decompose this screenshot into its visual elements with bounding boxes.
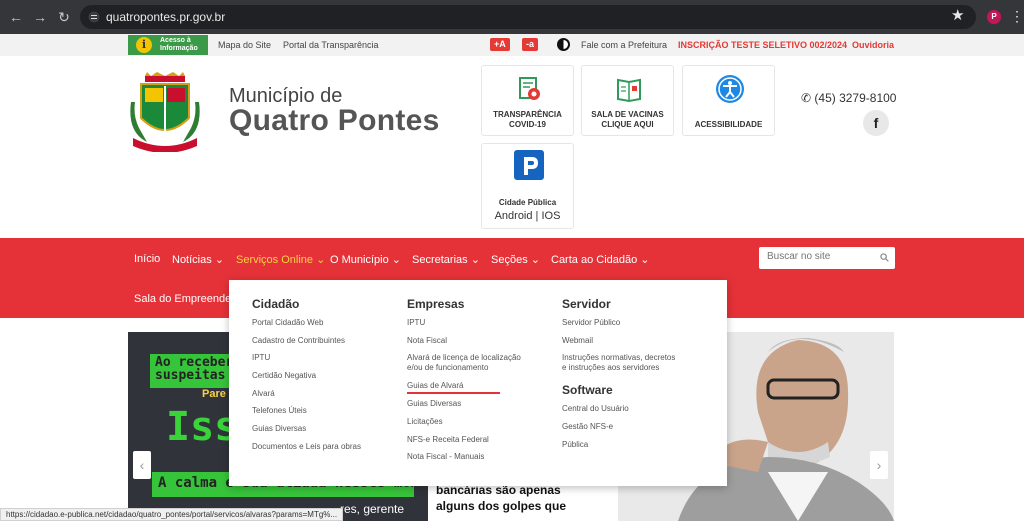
- software-heading: Software: [562, 383, 613, 397]
- browser-toolbar: ← → ↻ quatropontes.pr.gov.br ★ P ⋮: [0, 0, 1024, 34]
- contrast-icon[interactable]: [557, 38, 570, 51]
- utility-bar: i Acesso à Informação Mapa do Site Portal…: [0, 34, 1024, 56]
- link-cadastro-contribuintes[interactable]: Cadastro de Contribuintes: [252, 336, 345, 346]
- link-instrucoes-normativas[interactable]: Instruções normativas, decretos e instruç…: [562, 353, 675, 373]
- fale-prefeitura-link[interactable]: Fale com a Prefeitura: [581, 40, 667, 50]
- accessibility-icon: [716, 75, 744, 103]
- acessibilidade-card[interactable]: ACESSIBILIDADE: [682, 65, 775, 136]
- link-nota-fiscal[interactable]: Nota Fiscal: [407, 336, 447, 346]
- servidor-heading: Servidor: [562, 297, 611, 311]
- address-bar[interactable]: quatropontes.pr.gov.br: [80, 5, 976, 29]
- forward-icon[interactable]: →: [32, 9, 48, 25]
- banner-gerente-text: res, gerente: [340, 502, 405, 516]
- cidade-publica-card[interactable]: Cidade Pública Android | IOS: [481, 143, 574, 229]
- link-documentos-leis-obras[interactable]: Documentos e Leis para obras: [252, 442, 361, 452]
- banner-pare-text: Pare: [202, 388, 226, 400]
- sala-vacinas-card[interactable]: SALA DE VACINAS CLIQUE AQUI: [581, 65, 674, 136]
- phone-text: (45) 3279-8100: [814, 91, 897, 105]
- instrucoes-line1: Instruções normativas, decretos: [562, 353, 676, 362]
- cidadao-heading: Cidadão: [252, 297, 300, 311]
- link-telefones-uteis[interactable]: Telefones Úteis: [252, 406, 307, 416]
- reload-icon[interactable]: ↻: [56, 9, 72, 25]
- link-guias-diversas-cidadao[interactable]: Guias Diversas: [252, 424, 306, 434]
- vaccine-book-icon: [617, 78, 641, 103]
- site-settings-icon[interactable]: [88, 11, 100, 23]
- acesso-line2: Informação: [160, 45, 198, 52]
- link-guias-alvara[interactable]: Guias de Alvará: [407, 381, 463, 391]
- link-status-url: https://cidadao.e-publica.net/cidadao/qu…: [0, 508, 344, 521]
- virus-report-icon: [519, 77, 540, 100]
- link-gestao-nfse[interactable]: Gestão NFS-e: [562, 422, 613, 432]
- link-certidao-negativa[interactable]: Certidão Negativa: [252, 371, 316, 381]
- link-alvara-licenca[interactable]: Alvará de licença de localização e/ou de …: [407, 353, 521, 373]
- font-decrease-button[interactable]: -a: [522, 38, 539, 51]
- link-iptu-cidadao[interactable]: IPTU: [252, 353, 270, 363]
- link-portal-cidadao[interactable]: Portal Cidadão Web: [252, 318, 323, 328]
- transparencia-label: TRANSPARÊNCIA: [493, 110, 562, 119]
- url-text: quatropontes.pr.gov.br: [106, 10, 226, 24]
- municipio-name[interactable]: Quatro Pontes: [229, 104, 440, 138]
- link-alvara[interactable]: Alvará: [252, 389, 275, 399]
- ouvidoria-link[interactable]: Ouvidoria: [852, 40, 894, 50]
- facebook-icon[interactable]: f: [863, 110, 889, 136]
- font-increase-button[interactable]: +A: [490, 38, 510, 51]
- search-icon[interactable]: [880, 253, 889, 262]
- transparencia-covid-card[interactable]: TRANSPARÊNCIA COVID-19: [481, 65, 574, 136]
- cidade-publica-label: Cidade Pública: [498, 198, 557, 207]
- browser-menu-icon[interactable]: ⋮: [1010, 8, 1024, 24]
- nav-secretarias[interactable]: Secretarias ⌄: [412, 253, 480, 266]
- banner-bancarias-line2: alguns dos golpes que: [436, 499, 567, 513]
- carousel-next-button[interactable]: ›: [870, 451, 888, 479]
- link-publica[interactable]: Pública: [562, 440, 588, 450]
- nav-noticias[interactable]: Notícias ⌄: [172, 253, 224, 266]
- mapa-site-link[interactable]: Mapa do Site: [218, 40, 271, 50]
- guias-alvara-underline: [407, 392, 500, 394]
- nav-secoes[interactable]: Seções ⌄: [491, 253, 540, 266]
- phone-number: ✆ (45) 3279-8100: [801, 91, 896, 105]
- bookmark-star-icon[interactable]: ★: [951, 7, 964, 25]
- link-nfse-receita-federal[interactable]: NFS-e Receita Federal: [407, 435, 489, 445]
- nav-carta-cidadao[interactable]: Carta ao Cidadão ⌄: [551, 253, 650, 266]
- link-licitacoes[interactable]: Licitações: [407, 417, 443, 427]
- acesso-line1: Acesso à: [160, 37, 191, 44]
- alvara-licenca-line2: e/ou de funcionamento: [407, 363, 489, 372]
- cidade-publica-app-icon: [514, 150, 544, 180]
- alvara-licenca-line1: Alvará de licença de localização: [407, 353, 521, 362]
- covid-label: COVID-19: [509, 120, 546, 129]
- link-iptu-empresas[interactable]: IPTU: [407, 318, 425, 328]
- link-webmail[interactable]: Webmail: [562, 336, 593, 346]
- info-icon: i: [136, 37, 152, 53]
- clique-label: CLIQUE AQUI: [601, 120, 654, 129]
- link-servidor-publico[interactable]: Servidor Público: [562, 318, 620, 328]
- back-icon[interactable]: ←: [8, 9, 24, 25]
- carousel-prev-button[interactable]: ‹: [133, 451, 151, 479]
- profile-avatar[interactable]: P: [987, 10, 1001, 24]
- servicos-online-dropdown: Cidadão Portal Cidadão Web Cadastro de C…: [229, 280, 727, 486]
- link-nota-fiscal-manuais[interactable]: Nota Fiscal - Manuais: [407, 452, 484, 462]
- android-ios-label: Android | IOS: [494, 210, 561, 222]
- inscricao-link[interactable]: INSCRIÇÃO TESTE SELETIVO 002/2024: [678, 40, 847, 50]
- banner-bancarias-text: bancárias são apenas alguns dos golpes qu…: [436, 482, 566, 514]
- nav-inicio[interactable]: Início: [134, 253, 160, 265]
- search-input[interactable]: [767, 251, 871, 262]
- link-guias-diversas-empresas[interactable]: Guias Diversas: [407, 399, 461, 409]
- nav-sala-empreendedor[interactable]: Sala do Empreended: [134, 293, 237, 305]
- instrucoes-line2: e instruções aos servidores: [562, 363, 660, 372]
- empresas-heading: Empresas: [407, 297, 465, 311]
- nav-o-municipio[interactable]: O Município ⌄: [330, 253, 401, 266]
- acesso-informacao-button[interactable]: i Acesso à Informação: [128, 35, 208, 55]
- coat-of-arms-logo[interactable]: [127, 72, 203, 152]
- acessibilidade-label: ACESSIBILIDADE: [694, 120, 763, 129]
- link-central-usuario[interactable]: Central do Usuário: [562, 404, 629, 414]
- vacinas-label: SALA DE VACINAS: [591, 110, 664, 119]
- nav-servicos-online[interactable]: Serviços Online ⌄: [236, 253, 325, 266]
- search-box: [759, 247, 895, 269]
- phone-icon: ✆: [801, 91, 812, 105]
- portal-transparencia-link[interactable]: Portal da Transparência: [283, 40, 379, 50]
